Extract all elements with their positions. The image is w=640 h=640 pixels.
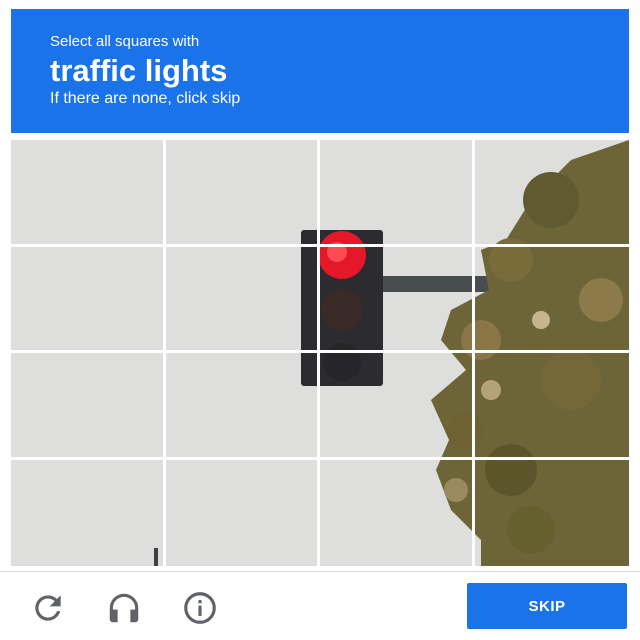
grid-tile[interactable] [320, 459, 475, 566]
grid-tile[interactable] [165, 140, 320, 247]
grid-tile[interactable] [320, 140, 475, 247]
target-object-text: traffic lights [50, 53, 228, 88]
skip-hint-text: If there are none, click skip [50, 90, 241, 107]
grid-tile[interactable] [165, 246, 320, 353]
grid-tile[interactable] [11, 353, 166, 460]
grid-tile[interactable] [166, 459, 320, 566]
grid-tile[interactable] [475, 460, 630, 567]
reload-icon [35, 595, 61, 621]
tile-grid [11, 140, 629, 566]
audio-challenge-button[interactable] [105, 589, 143, 627]
info-icon [184, 592, 216, 624]
captcha-footer: SKIP [0, 571, 640, 640]
grid-tile[interactable] [320, 353, 475, 460]
grid-tile[interactable] [11, 140, 166, 247]
grid-tile[interactable] [474, 353, 629, 460]
grid-tile[interactable] [165, 353, 320, 460]
reload-button[interactable] [29, 589, 67, 627]
grid-tile[interactable] [474, 140, 629, 247]
headphones-icon [109, 593, 139, 623]
grid-tile[interactable] [11, 459, 166, 566]
grid-tile[interactable] [320, 246, 475, 353]
grid-tile[interactable] [11, 246, 166, 353]
instruction-text: Select all squares with [50, 33, 200, 50]
image-grid [11, 140, 629, 566]
info-button[interactable] [181, 589, 219, 627]
captcha-header: Select all squares with traffic lights I… [11, 9, 629, 133]
skip-button[interactable]: SKIP [467, 583, 627, 629]
grid-tile[interactable] [474, 247, 629, 353]
captcha-widget: Select all squares with traffic lights I… [0, 0, 640, 640]
